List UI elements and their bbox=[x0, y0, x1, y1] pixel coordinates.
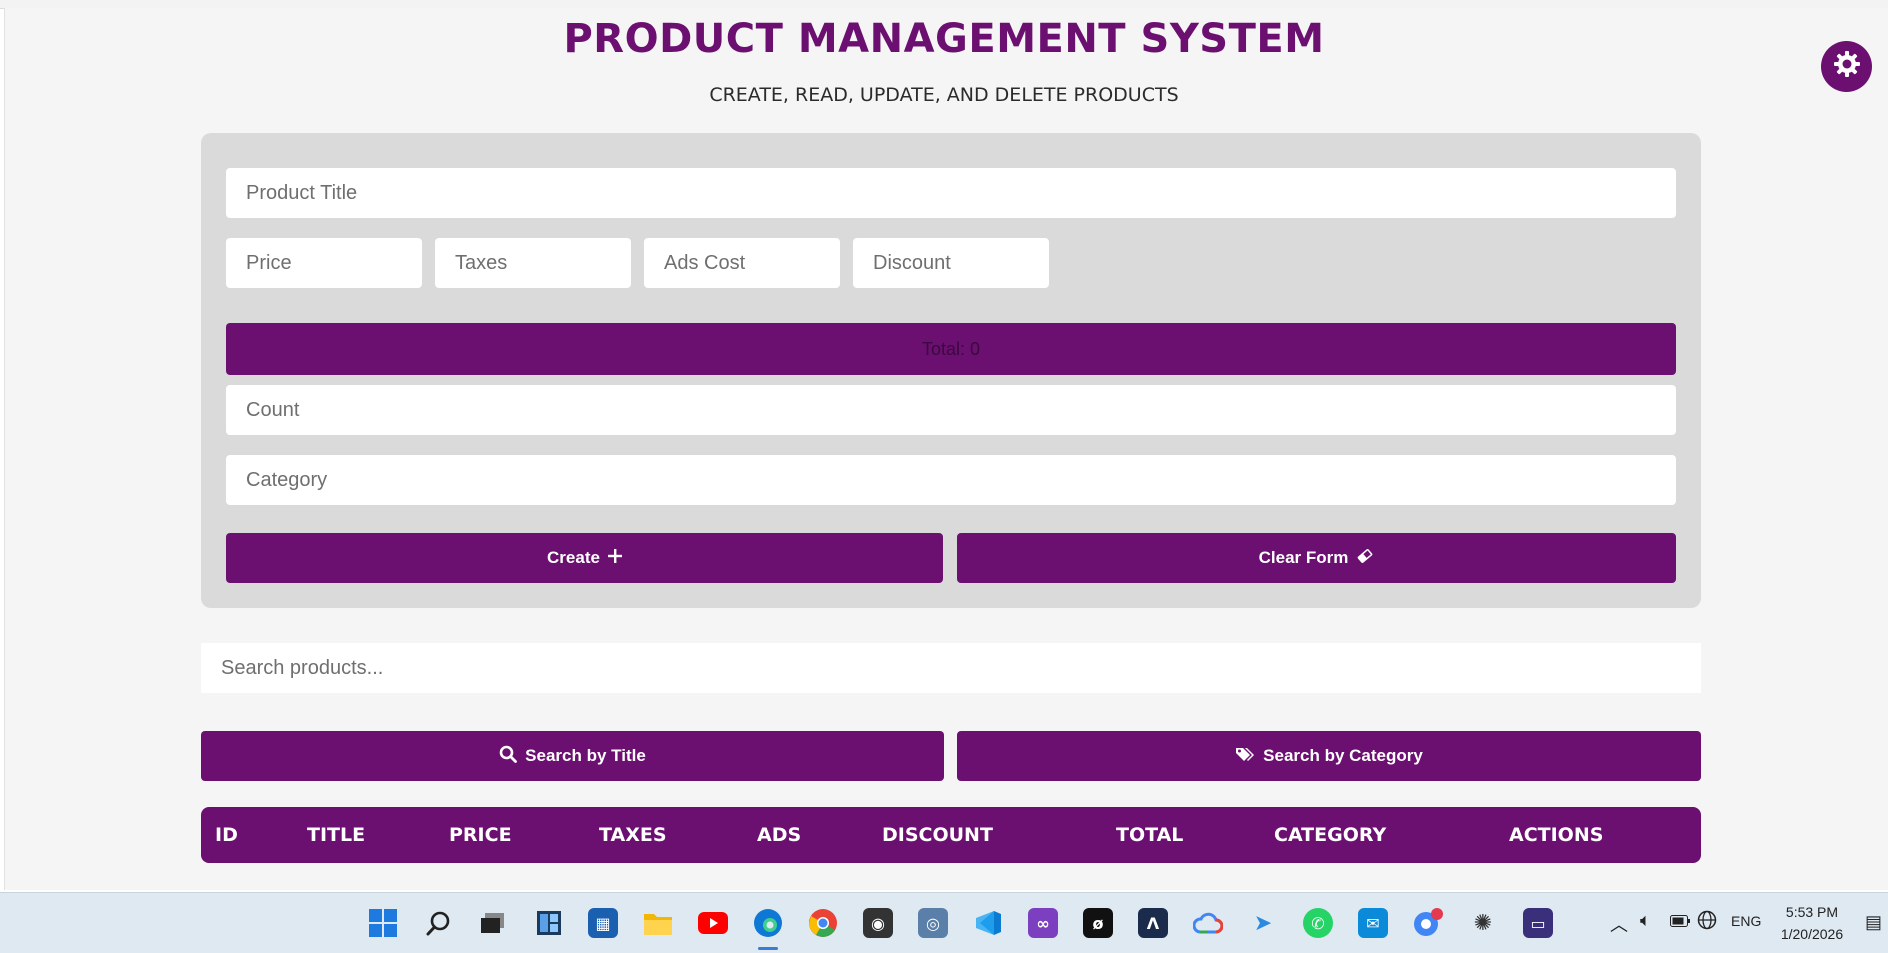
column-header-category: CATEGORY bbox=[1274, 824, 1387, 846]
page-title: PRODUCT MANAGEMENT SYSTEM bbox=[563, 16, 1325, 62]
column-header-id: ID bbox=[215, 824, 238, 846]
chatgpt-icon[interactable]: ✺ bbox=[1468, 908, 1498, 938]
clear-form-button[interactable]: Clear Form bbox=[957, 533, 1676, 583]
eraser-icon bbox=[1356, 548, 1374, 568]
ads-cost-input[interactable] bbox=[644, 238, 840, 288]
search-input[interactable] bbox=[201, 643, 1701, 693]
search-by-title-button[interactable]: Search by Title bbox=[201, 731, 944, 781]
tags-icon bbox=[1235, 746, 1255, 767]
theme-toggle-button[interactable] bbox=[1821, 41, 1872, 92]
clear-form-button-label: Clear Form bbox=[1258, 548, 1349, 567]
product-title-input[interactable] bbox=[226, 168, 1676, 218]
plus-icon bbox=[607, 548, 622, 568]
youtube-icon[interactable] bbox=[698, 908, 728, 938]
taxes-input[interactable] bbox=[435, 238, 631, 288]
search-by-category-label: Search by Category bbox=[1263, 746, 1423, 765]
feather-app-icon[interactable]: ➤ bbox=[1248, 908, 1278, 938]
price-input[interactable] bbox=[226, 238, 422, 288]
speaker-icon[interactable]: 🔈︎ bbox=[1640, 910, 1651, 931]
battery-icon[interactable] bbox=[1670, 914, 1690, 932]
product-form: Total: 0 Create Clear Form bbox=[201, 133, 1701, 608]
search-icon bbox=[499, 745, 518, 768]
widgets-icon[interactable] bbox=[534, 908, 564, 938]
total-label: Total: 0 bbox=[921, 338, 981, 359]
taskbar-search-icon[interactable] bbox=[424, 908, 454, 938]
chrome-profile-icon[interactable] bbox=[1413, 908, 1443, 938]
whatsapp-icon[interactable]: ✆ bbox=[1303, 908, 1333, 938]
file-explorer-icon[interactable] bbox=[643, 908, 673, 938]
total-display: Total: 0 bbox=[226, 323, 1676, 375]
windows-taskbar: ▦ ◉ ◎ ∞ ø Λ ➤ ✆ ✉ ✺ ▭ ︿ 🔈︎ ENG 5:53 PM 1… bbox=[0, 892, 1888, 953]
language-indicator[interactable]: ENG bbox=[1731, 913, 1761, 929]
discount-input[interactable] bbox=[853, 238, 1049, 288]
android-studio-icon[interactable]: Λ bbox=[1138, 908, 1168, 938]
column-header-total: TOTAL bbox=[1116, 824, 1184, 846]
column-header-ads: ADS bbox=[757, 824, 802, 846]
create-button[interactable]: Create bbox=[226, 533, 943, 583]
search-by-category-button[interactable]: Search by Category bbox=[957, 731, 1701, 781]
column-header-taxes: TAXES bbox=[599, 824, 667, 846]
column-header-discount: DISCOUNT bbox=[882, 824, 993, 846]
edge-browser-icon[interactable] bbox=[753, 908, 783, 938]
github-desktop-icon[interactable]: ◉ bbox=[863, 908, 893, 938]
google-cloud-icon[interactable] bbox=[1193, 908, 1223, 938]
terminal-icon[interactable]: ▭ bbox=[1523, 908, 1553, 938]
task-view-icon[interactable] bbox=[478, 908, 508, 938]
create-button-label: Create bbox=[547, 548, 600, 567]
count-input[interactable] bbox=[226, 385, 1676, 435]
vscode-icon[interactable] bbox=[973, 908, 1003, 938]
column-header-price: PRICE bbox=[449, 824, 512, 846]
globe-icon[interactable] bbox=[1697, 910, 1717, 935]
gear-icon bbox=[1832, 49, 1862, 84]
column-header-title: TITLE bbox=[307, 824, 366, 846]
visual-studio-icon[interactable]: ∞ bbox=[1028, 908, 1058, 938]
clock-date[interactable]: 1/20/2026 bbox=[1776, 926, 1848, 942]
chrome-icon[interactable] bbox=[808, 908, 838, 938]
products-table-header: ID TITLE PRICE TAXES ADS DISCOUNT TOTAL … bbox=[201, 807, 1701, 863]
mail-icon[interactable]: ✉ bbox=[1358, 908, 1388, 938]
category-input[interactable] bbox=[226, 455, 1676, 505]
page-subtitle: CREATE, READ, UPDATE, AND DELETE PRODUCT… bbox=[709, 84, 1179, 106]
app-icon[interactable]: ◎ bbox=[918, 908, 948, 938]
clock-time[interactable]: 5:53 PM bbox=[1782, 904, 1842, 920]
search-by-title-label: Search by Title bbox=[525, 746, 646, 765]
windows-start-icon[interactable] bbox=[368, 908, 398, 938]
microsoft-store-icon[interactable]: ▦ bbox=[588, 908, 618, 938]
notion-icon[interactable]: ø bbox=[1083, 908, 1113, 938]
chevron-up-icon[interactable]: ︿ bbox=[1610, 911, 1628, 937]
edge-active-indicator bbox=[758, 947, 778, 950]
notification-icon[interactable]: ▤ bbox=[1865, 912, 1882, 933]
column-header-actions: ACTIONS bbox=[1509, 824, 1604, 846]
